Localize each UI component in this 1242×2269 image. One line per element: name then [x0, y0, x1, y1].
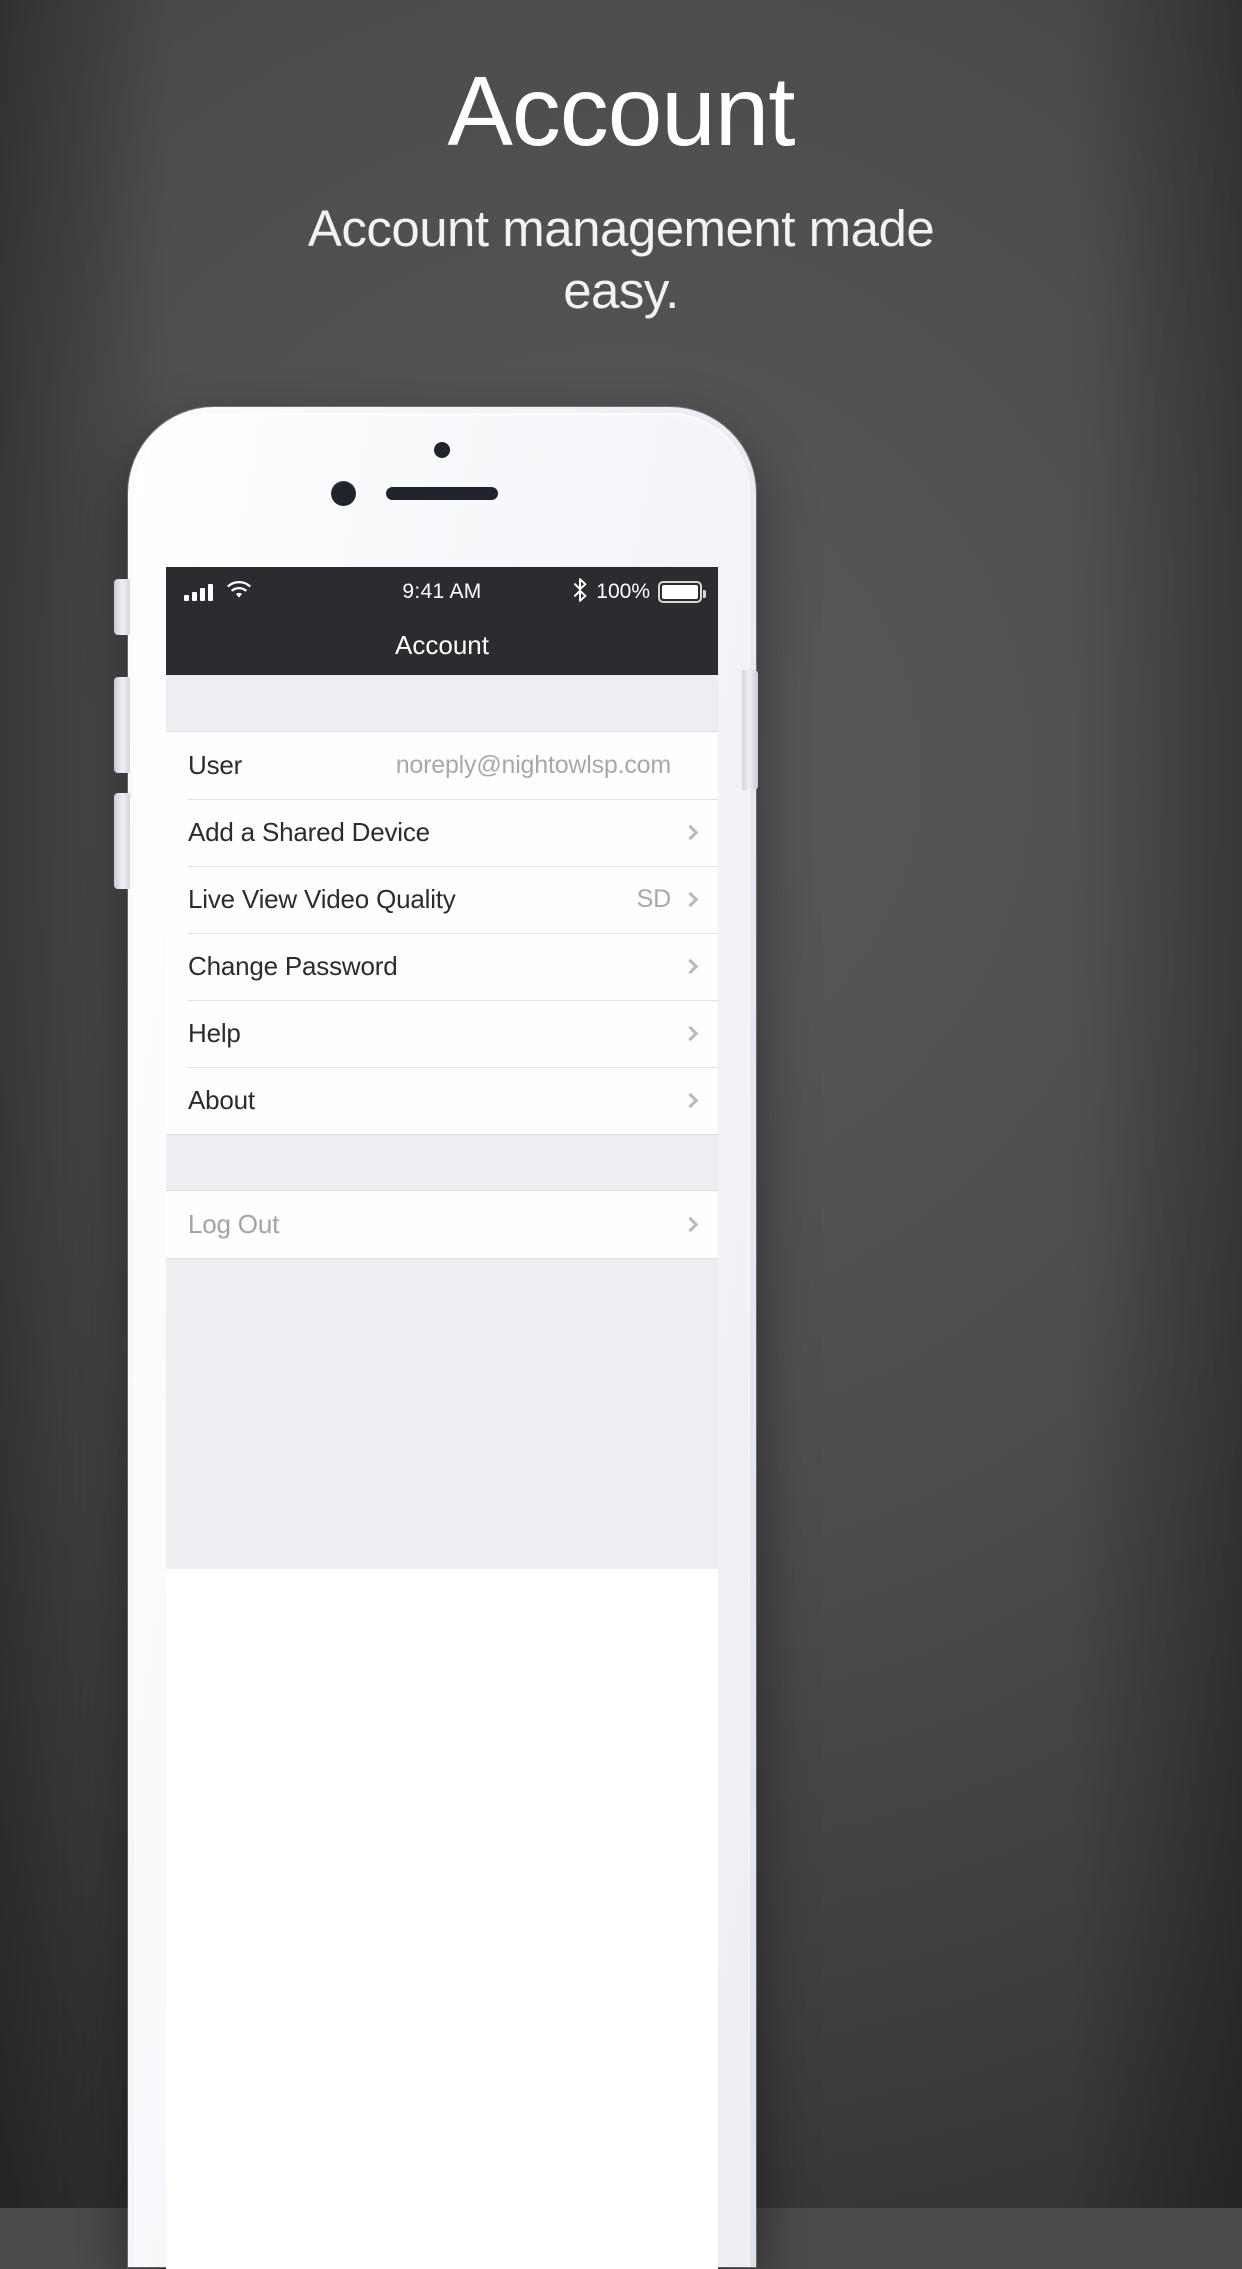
battery-percent-label: 100% [596, 580, 650, 603]
chevron-right-icon [682, 891, 699, 908]
list-row[interactable]: User noreply@nightowlsp.com [166, 732, 718, 799]
settings-list[interactable]: User noreply@nightowlsp.com Add a Shared D… [166, 675, 718, 1569]
list-row-label: User [188, 750, 243, 780]
status-bar: 9:41 AM 100% [166, 567, 718, 617]
earpiece-speaker [386, 487, 498, 500]
phone-screen: 9:41 AM 100% Account User noreply@nightow… [166, 567, 718, 1569]
status-bar-right: 100% [573, 567, 706, 617]
phone-mute-switch [114, 579, 130, 635]
front-camera-icon [331, 481, 356, 506]
settings-group-main: User noreply@nightowlsp.com Add a Shared D… [166, 731, 718, 1135]
phone-volume-down-button [114, 793, 130, 889]
settings-group-logout: Log Out [166, 1190, 718, 1259]
chevron-right-icon [682, 824, 699, 841]
list-row-label: Add a Shared Device [188, 817, 430, 847]
list-row[interactable]: Change Password [166, 933, 718, 1000]
proximity-sensor-icon [434, 442, 450, 458]
hero-title: Account [447, 56, 795, 166]
hero-subtitle: Account management made easy. [307, 200, 935, 320]
list-row-label: Change Password [188, 951, 398, 981]
list-row-value: SD [636, 885, 672, 913]
nav-bar-title: Account [395, 630, 489, 660]
list-gap-top [166, 675, 718, 731]
phone-lower-body [166, 1569, 718, 2269]
phone-power-button [742, 670, 758, 790]
list-row-label: About [188, 1085, 255, 1115]
list-row-label: Help [188, 1018, 241, 1048]
list-row[interactable]: Help [166, 1000, 718, 1067]
bluetooth-icon [573, 577, 588, 607]
chevron-right-icon [682, 958, 699, 975]
list-row-label: Log Out [188, 1209, 280, 1239]
phone-volume-up-button [114, 677, 130, 773]
nav-bar: Account [166, 617, 718, 675]
chevron-right-icon [682, 1216, 699, 1233]
list-row[interactable]: About [166, 1067, 718, 1134]
phone-power-button-holder [740, 0, 758, 1860]
chevron-right-icon [682, 1092, 699, 1109]
list-row[interactable]: Log Out [166, 1191, 718, 1258]
chevron-right-icon [682, 1025, 699, 1042]
hero-section: Account Account management made easy. [0, 0, 1242, 322]
list-gap-middle [166, 1135, 718, 1190]
battery-full-icon [658, 581, 706, 603]
list-row-value: noreply@nightowlsp.com [395, 751, 671, 779]
list-row[interactable]: Add a Shared Device [166, 799, 718, 866]
list-empty-area [166, 1259, 718, 1569]
list-row-label: Live View Video Quality [188, 884, 456, 914]
list-row[interactable]: Live View Video Quality SD [166, 866, 718, 933]
